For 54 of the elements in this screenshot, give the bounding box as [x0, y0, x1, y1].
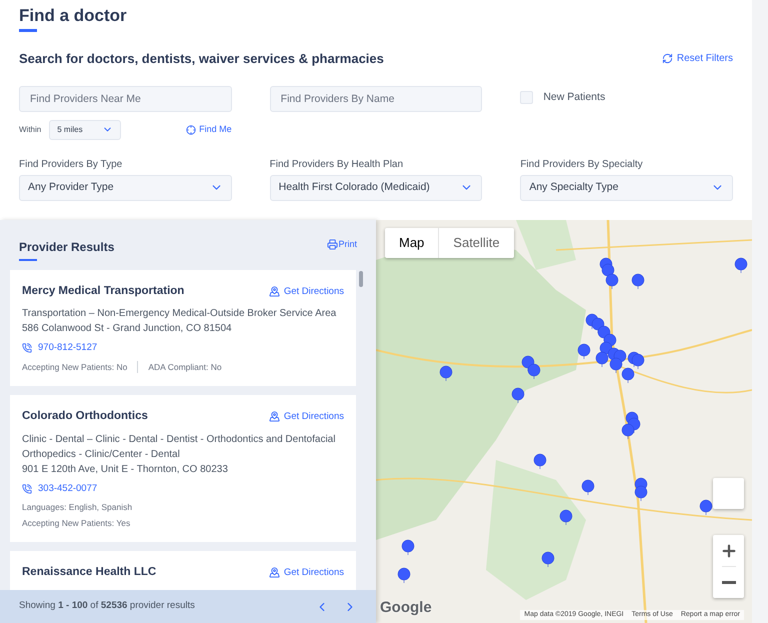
search-heading: Search for doctors, dentists, waiver services & pharmacies	[19, 50, 384, 68]
printer-icon	[327, 239, 338, 250]
provider-name-field[interactable]: Find Providers By Name	[270, 86, 482, 112]
within-label: Within	[19, 124, 42, 136]
provider-card[interactable]	[10, 270, 356, 386]
directions-link[interactable]: Get Directions	[268, 410, 344, 424]
new-patients-label: New Patients	[543, 90, 606, 104]
dropdown-select[interactable]: Any Provider Type	[19, 174, 232, 200]
print-link[interactable]: Print	[327, 238, 357, 252]
distance-select[interactable]: 5 miles	[49, 120, 122, 140]
find-me-link[interactable]: Find Me	[186, 122, 232, 136]
dropdown-label: Find Providers By Health Plan	[270, 158, 404, 172]
map-pin-icon	[268, 567, 280, 578]
title-underline	[19, 259, 37, 261]
plus-icon	[720, 542, 738, 560]
provider-detail: ADA Compliant: No	[137, 360, 222, 374]
map-pin-icon	[268, 286, 280, 298]
provider-name: Colorado Orthodontics	[22, 409, 148, 424]
directions-link[interactable]: Get Directions	[268, 284, 344, 299]
page-title: Find a doctor	[19, 5, 127, 27]
reset-filters-link[interactable]: Reset Filters	[662, 51, 733, 66]
scrollbar-thumb[interactable]	[359, 271, 363, 287]
dropdown-select[interactable]: Health First Colorado (Medicaid)	[270, 174, 482, 200]
provider-card[interactable]	[10, 395, 356, 542]
provider-address: 901 E 120th Ave, Unit E - Thornton, CO 80233	[22, 462, 229, 476]
new-patients-checkbox[interactable]	[520, 90, 534, 104]
provider-detail: Accepting New Patients: No	[22, 360, 128, 374]
map-type-tab[interactable]: Map	[385, 228, 438, 258]
provider-name: Renaissance Health LLC	[22, 565, 156, 580]
phone-icon	[22, 343, 32, 354]
map-pin-icon	[268, 411, 280, 422]
minus-icon	[722, 580, 736, 584]
dropdown-label: Find Providers By Specialty	[520, 158, 644, 172]
phone-link[interactable]: 303-452-0077	[22, 482, 344, 496]
near-me-field[interactable]: Find Providers Near Me	[19, 86, 232, 112]
dropdown-select[interactable]: Any Specialty Type	[520, 174, 733, 200]
map-type-tab[interactable]: Satellite	[438, 228, 514, 258]
title-underline	[19, 29, 37, 32]
provider-type: Transportation – Non-Emergency Medical-Outside Broker Service Area	[22, 307, 338, 322]
location-icon	[186, 124, 196, 134]
map-logo: Google	[380, 598, 432, 618]
refresh-icon	[662, 53, 673, 64]
results-count: Showing 1 - 100 of 52536 provider results	[19, 599, 195, 614]
phone-link[interactable]: 970-812-5127	[22, 341, 344, 356]
provider-card[interactable]: Renaissance Health LLC Get Directions	[10, 551, 356, 590]
provider-detail: Languages: English, Spanish	[22, 500, 132, 514]
provider-detail: Accepting New Patients: Yes	[22, 516, 130, 530]
provider-address: 586 Colanwood St - Grand Junction, CO 81504	[22, 322, 233, 336]
provider-type: Clinic - Dental – Clinic - Dental - Dentist - Orthodontics and Dentofacial Orthopedics - Clinic/Center - Dental	[22, 432, 336, 462]
provider-name: Mercy Medical Transportation	[22, 284, 184, 299]
phone-icon	[22, 484, 32, 494]
directions-link[interactable]: Get Directions	[268, 566, 344, 580]
dropdown-label: Find Providers By Type	[19, 158, 124, 172]
results-title: Provider Results	[19, 239, 114, 256]
